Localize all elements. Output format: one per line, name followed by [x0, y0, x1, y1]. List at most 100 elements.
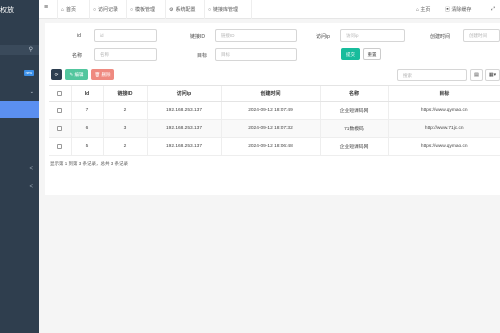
button-label: 清除缓存 — [451, 7, 472, 13]
divider — [204, 0, 205, 19]
home-icon: ⌂ — [416, 7, 420, 13]
target-field[interactable] — [215, 48, 297, 61]
created-field[interactable] — [463, 29, 500, 42]
row-select-cell[interactable] — [49, 119, 71, 138]
cell-name: 企业短课码网 — [319, 137, 388, 156]
divider — [165, 0, 166, 19]
cell-target: http://www.71jc.cn — [387, 119, 500, 138]
column-header[interactable]: 链接ID — [102, 85, 147, 102]
row-select-cell[interactable] — [49, 137, 71, 156]
submit-button[interactable]: 提交 — [341, 48, 360, 60]
ip-label: 访问ip — [316, 34, 330, 40]
fullscreen-icon[interactable]: ⤢ — [491, 6, 495, 12]
columns-toggle-button[interactable]: ▤ — [470, 69, 483, 81]
sidebar-search[interactable]: ⚲ — [0, 45, 39, 55]
cell-id: 7 — [70, 101, 103, 120]
id-label: id — [77, 33, 81, 39]
cell-created: 2024-09-12 18:07:32 — [220, 119, 320, 138]
row-checkbox[interactable] — [57, 107, 63, 113]
link-id-label: 链接ID — [190, 34, 206, 40]
cell-id: 5 — [70, 137, 103, 156]
cell-id: 6 — [70, 119, 103, 138]
cell-link-id: 2 — [102, 101, 147, 120]
chevron-left-icon[interactable]: < — [29, 166, 33, 172]
cell-name: 71数模码 — [319, 119, 388, 138]
chevron-down-icon[interactable]: ⌄ — [30, 89, 34, 95]
circle-icon: ○ — [208, 7, 212, 13]
tab-system-config[interactable]: ⚙ 系统配置 — [169, 6, 196, 13]
table-row[interactable]: 5 2 192.168.253.137 2024-09-12 18:06:48 … — [49, 137, 500, 156]
ip-field[interactable] — [340, 29, 405, 42]
homepage-link[interactable]: ⌂ 主页 — [416, 6, 430, 13]
chevron-left-icon[interactable]: < — [29, 184, 33, 190]
column-header[interactable]: 访问ip — [146, 85, 221, 102]
refresh-button[interactable]: ⟳ — [51, 69, 62, 80]
row-checkbox[interactable] — [57, 143, 63, 149]
tab-link-library[interactable]: ○ 链接库管理 — [208, 6, 238, 13]
divider — [126, 0, 127, 19]
divider — [89, 0, 90, 19]
table-row[interactable]: 7 2 192.168.253.137 2024-09-12 18:07:49 … — [49, 101, 500, 120]
cell-name: 企业短课码网 — [319, 101, 388, 120]
records-table: Id 链接ID 访问ip 创建时间 名称 目标 7 2 192.168.253.… — [49, 85, 500, 156]
cell-target: https://www.qymao.cn — [387, 101, 500, 120]
row-checkbox[interactable] — [57, 125, 63, 131]
refresh-icon: ⟳ — [54, 72, 59, 77]
target-label: 目标 — [197, 53, 208, 59]
select-all-header[interactable] — [49, 85, 71, 102]
cell-target: https://www.qymao.cn — [387, 137, 500, 156]
home-icon: ⌂ — [61, 7, 65, 13]
content-panel: id 链接ID 访问ip 创建时间 名称 目标 提交 重置 ⟳ ✎ 编辑 🗑 删… — [45, 23, 500, 195]
tab-label: 链接库管理 — [213, 7, 239, 13]
pagination-info: 显示第 1 到第 3 条记录，总共 3 条记录 — [50, 161, 129, 166]
tab-visit-log[interactable]: ○ 访问记录 — [93, 6, 118, 13]
divider — [251, 0, 252, 19]
cell-created: 2024-09-12 18:06:48 — [220, 137, 320, 156]
table-header-row: Id 链接ID 访问ip 创建时间 名称 目标 — [49, 85, 500, 102]
columns-icon: ▤ — [474, 72, 479, 78]
main-content: id 链接ID 访问ip 创建时间 名称 目标 提交 重置 ⟳ ✎ 编辑 🗑 删… — [39, 19, 500, 333]
cell-ip: 192.168.253.137 — [146, 119, 221, 138]
name-label: 名称 — [72, 53, 83, 59]
tab-home[interactable]: ⌂ 首页 — [61, 6, 76, 13]
row-select-cell[interactable] — [49, 101, 71, 120]
name-field[interactable] — [94, 48, 157, 61]
divider — [57, 0, 58, 19]
export-icon: ▦▾ — [488, 72, 497, 78]
cell-created: 2024-09-12 18:07:49 — [220, 101, 320, 120]
sidebar-item-active[interactable] — [0, 101, 39, 118]
link-label: 主页 — [420, 7, 431, 13]
tab-template-manage[interactable]: ○ 模板管理 — [130, 6, 155, 13]
column-header[interactable]: 创建时间 — [220, 85, 320, 102]
sidebar: 权放 ⚲ new ⌄ < < — [0, 0, 39, 333]
edit-button[interactable]: ✎ 编辑 — [65, 69, 88, 80]
menu-toggle-icon[interactable]: ≡ — [44, 4, 48, 11]
cache-icon: ▣ — [445, 7, 451, 13]
cell-link-id: 2 — [102, 137, 147, 156]
circle-icon: ○ — [130, 7, 134, 13]
tab-label: 访问记录 — [98, 7, 119, 13]
select-all-checkbox[interactable] — [57, 90, 63, 96]
column-header[interactable]: 目标 — [387, 85, 500, 102]
export-dropdown-button[interactable]: ▦▾ — [485, 69, 500, 81]
cell-ip: 192.168.253.137 — [146, 137, 221, 156]
tab-label: 首页 — [66, 7, 77, 13]
tab-label: 系统配置 — [175, 7, 196, 13]
link-id-field[interactable] — [215, 29, 297, 42]
clear-cache-button[interactable]: ▣ 清除缓存 — [445, 6, 471, 13]
search-icon[interactable]: ⚲ — [29, 46, 33, 53]
tab-label: 模板管理 — [135, 7, 156, 13]
top-navbar: ≡ ⌂ 首页 ○ 访问记录 ○ 模板管理 ⚙ 系统配置 ○ 链接库管理 ⌂ 主页 ▣ 清除… — [39, 0, 500, 19]
reset-button[interactable]: 重置 — [363, 48, 381, 60]
cell-link-id: 3 — [102, 119, 147, 138]
id-field[interactable] — [94, 29, 157, 42]
column-header[interactable]: 名称 — [319, 85, 388, 102]
table-row[interactable]: 6 3 192.168.253.137 2024-09-12 18:07:32 … — [49, 119, 500, 138]
delete-button[interactable]: 🗑 删除 — [91, 69, 114, 80]
brand-logo: 权放 — [0, 7, 14, 14]
new-badge: new — [23, 70, 34, 76]
created-label: 创建时间 — [430, 34, 451, 40]
search-input[interactable] — [397, 69, 467, 81]
cell-ip: 192.168.253.137 — [146, 101, 221, 120]
column-header[interactable]: Id — [70, 85, 103, 102]
